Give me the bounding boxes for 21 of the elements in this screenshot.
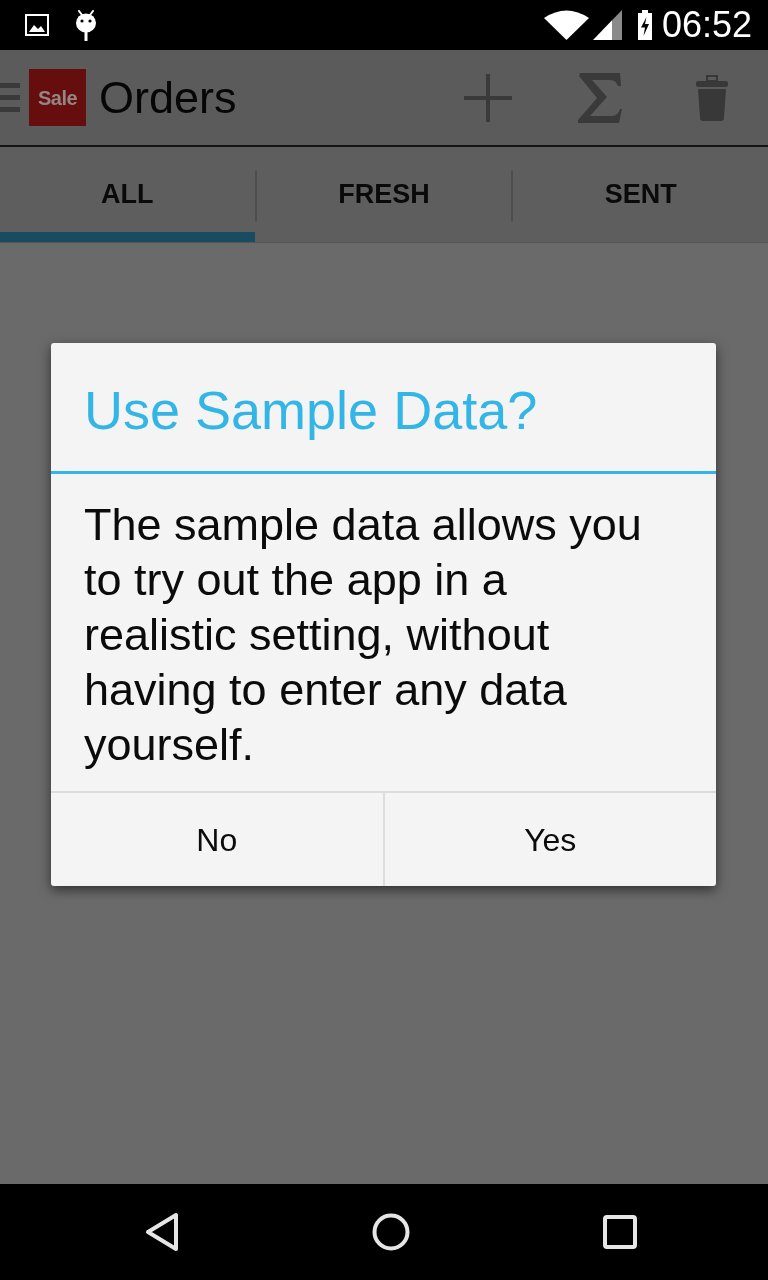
tab[interactable]: SENT — [513, 147, 768, 242]
tab[interactable]: FRESH — [256, 147, 512, 242]
menu-icon[interactable] — [0, 83, 20, 112]
dialog-button[interactable]: Yes — [382, 793, 716, 886]
clock-time: 06:52 — [661, 7, 752, 43]
trash-icon[interactable] — [696, 74, 728, 121]
image-icon — [25, 14, 49, 36]
tab[interactable]: ALL — [0, 147, 255, 242]
sigma-icon[interactable] — [578, 72, 622, 123]
back-icon[interactable] — [144, 1212, 180, 1252]
app-logo: Sale — [29, 69, 86, 126]
recents-icon[interactable] — [602, 1214, 638, 1250]
home-icon[interactable] — [372, 1213, 410, 1251]
battery-charging-icon — [637, 10, 652, 40]
dialog-message: The sample data allows you to try out the app in a realistic setting, without having to enter any data yourself. — [83, 498, 643, 772]
signal-icon — [592, 10, 622, 40]
dialog-button[interactable]: No — [51, 793, 383, 886]
plus-icon[interactable] — [464, 73, 512, 122]
wifi-icon — [543, 10, 589, 40]
robot-icon — [74, 9, 98, 41]
app-title: Orders — [99, 75, 237, 120]
